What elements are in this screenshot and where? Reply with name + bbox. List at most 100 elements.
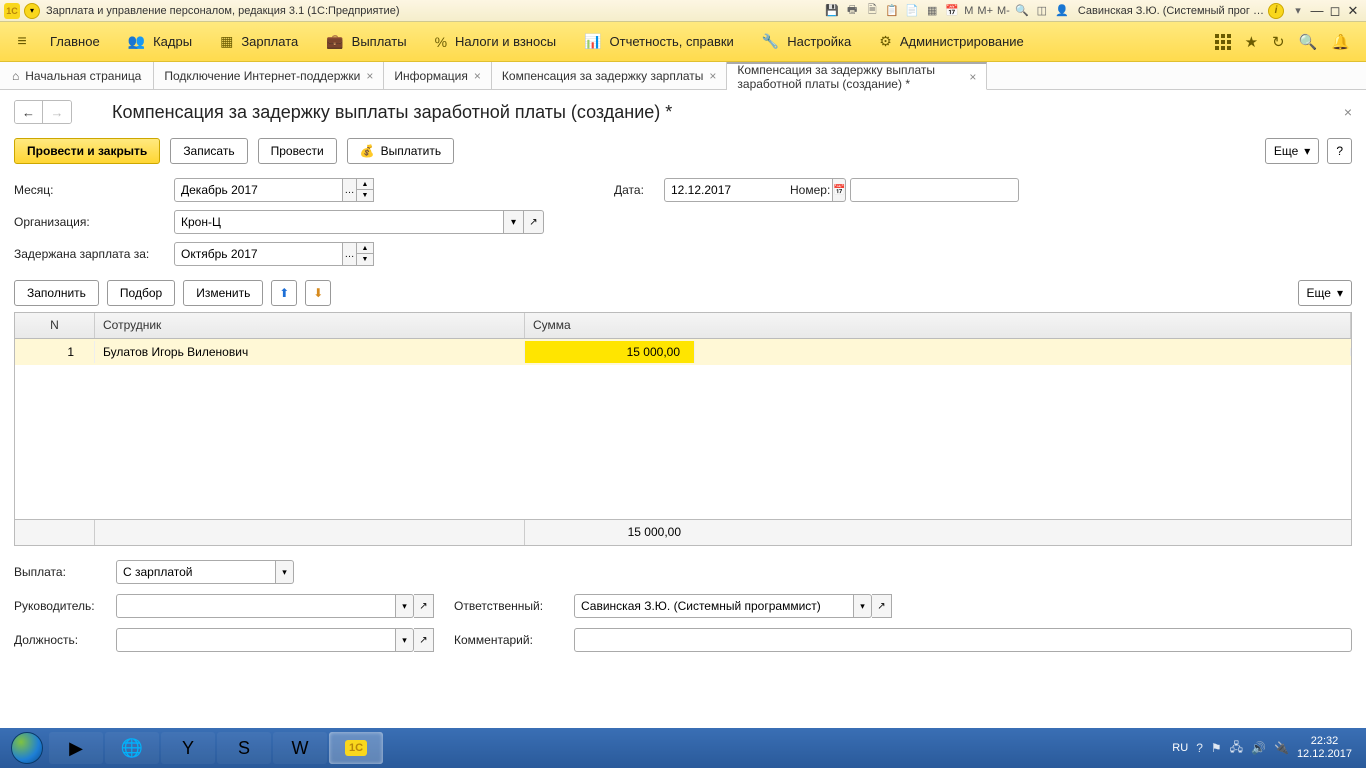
apps-icon[interactable]: [1215, 34, 1231, 50]
app-logo-icon: 1C: [4, 3, 20, 19]
doc-icon[interactable]: 🗎: [863, 3, 881, 19]
tab-compensation-create[interactable]: Компенсация за задержку выплаты заработн…: [727, 62, 987, 90]
table-row[interactable]: 1 Булатов Игорь Виленович 15 000,00: [15, 339, 1351, 365]
nav-forward-button[interactable]: →: [43, 101, 71, 123]
taskbar-1c[interactable]: 1C: [329, 732, 383, 764]
edit-button[interactable]: Изменить: [183, 280, 263, 306]
pos-input[interactable]: [116, 628, 396, 652]
pos-open[interactable]: ↗: [414, 628, 434, 652]
col-header-n[interactable]: N: [15, 313, 95, 338]
zoom-icon[interactable]: 🔍: [1013, 3, 1031, 19]
search-icon[interactable]: 🔍: [1299, 33, 1318, 51]
month-up[interactable]: ▲: [357, 179, 373, 190]
start-button[interactable]: [6, 732, 48, 764]
taskbar-yandex[interactable]: Y: [161, 732, 215, 764]
menu-settings[interactable]: 🔧Настройка: [748, 22, 865, 61]
tray-sound-icon[interactable]: 🔊: [1251, 741, 1266, 755]
taskbar-word[interactable]: W: [273, 732, 327, 764]
tab-close-icon[interactable]: ×: [366, 69, 373, 83]
delayed-picker[interactable]: …: [343, 242, 357, 266]
tray-help-icon[interactable]: ?: [1196, 741, 1203, 755]
tab-close-icon[interactable]: ×: [969, 70, 976, 84]
mgr-open[interactable]: ↗: [414, 594, 434, 618]
menu-reports[interactable]: 📊Отчетность, справки: [570, 22, 748, 61]
delayed-down[interactable]: ▼: [357, 254, 373, 265]
col-header-sum[interactable]: Сумма: [525, 313, 1351, 338]
delayed-input[interactable]: [174, 242, 343, 266]
pay-button[interactable]: 💰Выплатить: [347, 138, 454, 164]
select-button[interactable]: Подбор: [107, 280, 175, 306]
table-icon[interactable]: ▦: [923, 3, 941, 19]
star-icon[interactable]: ★: [1245, 33, 1258, 51]
minimize-button[interactable]: —: [1308, 3, 1326, 18]
menu-taxes[interactable]: %Налоги и взносы: [421, 22, 571, 61]
pos-dropdown[interactable]: ▾: [396, 628, 414, 652]
table-more-button[interactable]: Еще ▾: [1298, 280, 1352, 306]
month-down[interactable]: ▼: [357, 190, 373, 201]
tray-network-icon[interactable]: 🖧: [1230, 738, 1243, 759]
resp-dropdown[interactable]: ▾: [854, 594, 872, 618]
maximize-button[interactable]: ◻: [1326, 3, 1344, 19]
menu-payments[interactable]: 💼Выплаты: [312, 22, 420, 61]
nav-back-button[interactable]: ←: [15, 101, 43, 123]
copy-icon[interactable]: 📄: [903, 3, 921, 19]
hamburger-icon[interactable]: ≡: [8, 28, 36, 56]
month-picker-button[interactable]: …: [343, 178, 357, 202]
org-input[interactable]: [174, 210, 504, 234]
resp-input[interactable]: [574, 594, 854, 618]
tab-compensation-list[interactable]: Компенсация за задержку зарплаты×: [492, 62, 727, 89]
history-icon[interactable]: ↻: [1272, 33, 1285, 51]
bell-icon[interactable]: 🔔: [1331, 33, 1350, 51]
post-and-close-button[interactable]: Провести и закрыть: [14, 138, 160, 164]
tab-home[interactable]: ⌂Начальная страница: [0, 62, 154, 89]
menu-hr[interactable]: 👥Кадры: [114, 22, 206, 61]
help-button[interactable]: ?: [1327, 138, 1352, 164]
move-up-button[interactable]: ⬆: [271, 280, 297, 306]
tab-close-icon[interactable]: ×: [474, 69, 481, 83]
layout-icon[interactable]: ◫: [1033, 3, 1051, 19]
tray-lang[interactable]: RU: [1172, 742, 1188, 754]
app-menu-dropdown[interactable]: ▾: [24, 3, 40, 19]
delayed-up[interactable]: ▲: [357, 243, 373, 254]
resp-open[interactable]: ↗: [872, 594, 892, 618]
more-button[interactable]: Еще ▾: [1265, 138, 1319, 164]
info-icon[interactable]: i: [1268, 3, 1284, 19]
mgr-dropdown[interactable]: ▾: [396, 594, 414, 618]
memory-m[interactable]: M: [964, 5, 973, 17]
post-button[interactable]: Провести: [258, 138, 337, 164]
save-icon[interactable]: 💾: [823, 3, 841, 19]
month-input[interactable]: [174, 178, 343, 202]
menu-admin[interactable]: ⚙Администрирование: [865, 22, 1038, 61]
save-button[interactable]: Записать: [170, 138, 247, 164]
pay-select[interactable]: [116, 560, 276, 584]
dropdown-icon[interactable]: ▾: [1289, 3, 1307, 19]
clipboard-icon[interactable]: 📋: [883, 3, 901, 19]
tab-info[interactable]: Информация×: [384, 62, 492, 89]
tray-flag-icon[interactable]: ⚑: [1211, 741, 1222, 755]
taskbar-ie[interactable]: 🌐: [105, 732, 159, 764]
taskbar-media[interactable]: ▶: [49, 732, 103, 764]
tray-power-icon[interactable]: 🔌: [1274, 741, 1289, 755]
number-input[interactable]: [850, 178, 1019, 202]
page-close-button[interactable]: ×: [1344, 104, 1352, 120]
org-open[interactable]: ↗: [524, 210, 544, 234]
menu-main[interactable]: Главное: [36, 22, 114, 61]
menu-salary[interactable]: ▦Зарплата: [206, 22, 312, 61]
tray-clock[interactable]: 22:32 12.12.2017: [1297, 735, 1352, 761]
col-header-emp[interactable]: Сотрудник: [95, 313, 525, 338]
pay-dropdown[interactable]: ▾: [276, 560, 294, 584]
org-dropdown[interactable]: ▾: [504, 210, 524, 234]
tab-close-icon[interactable]: ×: [709, 69, 716, 83]
print-icon[interactable]: 🖶: [843, 3, 861, 19]
move-down-button[interactable]: ⬇: [305, 280, 331, 306]
taskbar-skype[interactable]: S: [217, 732, 271, 764]
memory-m-plus[interactable]: M+: [977, 5, 993, 17]
memory-m-minus[interactable]: M-: [997, 5, 1010, 17]
close-button[interactable]: ✕: [1344, 3, 1362, 19]
calendar-icon[interactable]: 📅: [943, 3, 961, 19]
cell-sum[interactable]: 15 000,00: [525, 341, 695, 363]
mgr-input[interactable]: [116, 594, 396, 618]
comment-input[interactable]: [574, 628, 1352, 652]
fill-button[interactable]: Заполнить: [14, 280, 99, 306]
tab-internet-support[interactable]: Подключение Интернет-поддержки×: [154, 62, 384, 89]
